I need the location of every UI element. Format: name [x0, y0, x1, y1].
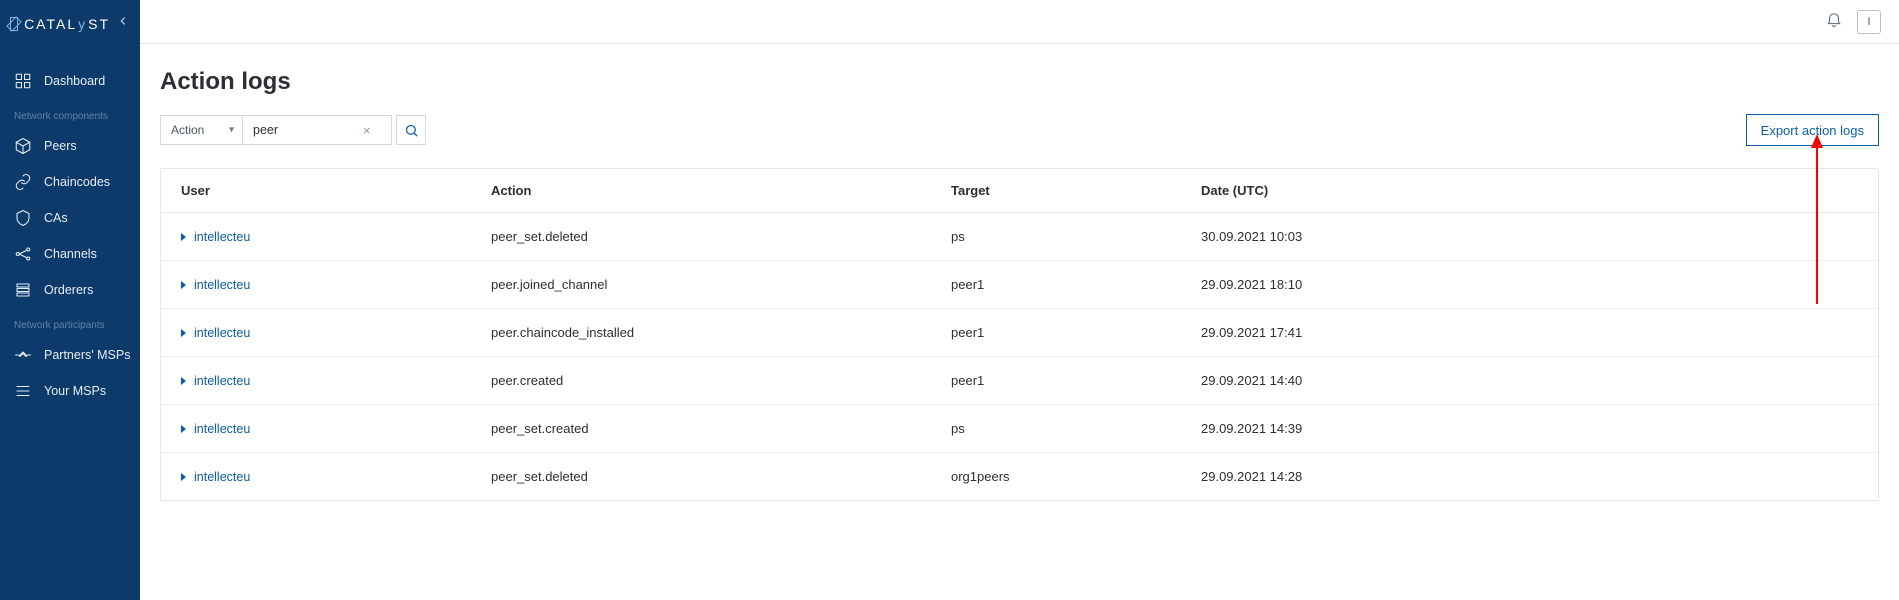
bell-icon [1825, 10, 1843, 28]
logo-icon [10, 17, 18, 31]
target-cell: ps [951, 229, 1201, 244]
caret-right-icon [181, 473, 186, 481]
clear-search-button[interactable]: × [361, 123, 373, 138]
network-icon [14, 245, 32, 263]
caret-right-icon [181, 233, 186, 241]
sidebar-item-label: Orderers [44, 283, 93, 297]
table-row: intellecteu peer_set.deletedorg1peers29.0… [161, 453, 1878, 500]
sidebar: CATALyST Dashboard Network components Peer… [0, 0, 140, 600]
table-header: User Action Target Date (UTC) [161, 169, 1878, 213]
search-input-wrap: × [242, 115, 392, 145]
table-row: intellecteu peer_set.deletedps30.09.2021 … [161, 213, 1878, 261]
user-link[interactable]: intellecteu [194, 278, 250, 292]
date-cell: 29.09.2021 14:28 [1201, 469, 1858, 484]
stack-icon [14, 281, 32, 299]
action-cell: peer.created [491, 373, 951, 388]
col-user: User [181, 183, 491, 198]
sidebar-item-cas[interactable]: CAs [0, 200, 140, 236]
dashboard-icon [14, 72, 32, 90]
sidebar-item-orderers[interactable]: Orderers [0, 272, 140, 308]
toolbar: Action ▾ × Export action logs [160, 114, 1879, 146]
col-action: Action [491, 183, 951, 198]
table-row: intellecteu peer.joined_channelpeer129.09… [161, 261, 1878, 309]
caret-right-icon [181, 281, 186, 289]
target-cell: peer1 [951, 373, 1201, 388]
search-input[interactable] [251, 122, 361, 138]
action-cell: peer_set.created [491, 421, 951, 436]
table-row: intellecteu peer.createdpeer129.09.2021 1… [161, 357, 1878, 405]
sidebar-collapse-button[interactable] [116, 14, 130, 33]
table-row: intellecteu peer_set.createdps29.09.2021 … [161, 405, 1878, 453]
user-link[interactable]: intellecteu [194, 470, 250, 484]
caret-right-icon [181, 377, 186, 385]
col-date: Date (UTC) [1201, 183, 1858, 198]
handshake-icon [14, 346, 32, 364]
target-cell: peer1 [951, 277, 1201, 292]
topbar: I [140, 0, 1899, 44]
filter-type-select[interactable]: Action ▾ [160, 115, 242, 145]
sidebar-section-label: Network participants [0, 314, 140, 337]
main: I Action logs Action ▾ × Export action l… [140, 0, 1899, 600]
sidebar-item-peers[interactable]: Peers [0, 128, 140, 164]
action-cell: peer.joined_channel [491, 277, 951, 292]
sidebar-item-your-msps[interactable]: Your MSPs [0, 373, 140, 409]
user-expand[interactable]: intellecteu [181, 374, 491, 388]
sidebar-item-dashboard[interactable]: Dashboard [0, 63, 140, 99]
caret-right-icon [181, 329, 186, 337]
search-icon [404, 123, 419, 138]
target-cell: ps [951, 421, 1201, 436]
logo-text: CATALyST [24, 16, 110, 32]
sidebar-item-channels[interactable]: Channels [0, 236, 140, 272]
date-cell: 29.09.2021 14:40 [1201, 373, 1858, 388]
content: Action logs Action ▾ × Export action log… [140, 44, 1899, 600]
action-cell: peer.chaincode_installed [491, 325, 951, 340]
avatar[interactable]: I [1857, 10, 1881, 34]
sidebar-item-partners-msps[interactable]: Partners' MSPs [0, 337, 140, 373]
action-cell: peer_set.deleted [491, 469, 951, 484]
sidebar-item-label: Chaincodes [44, 175, 110, 189]
sidebar-item-chaincodes[interactable]: Chaincodes [0, 164, 140, 200]
target-cell: peer1 [951, 325, 1201, 340]
table-row: intellecteu peer.chaincode_installedpeer1… [161, 309, 1878, 357]
user-expand[interactable]: intellecteu [181, 470, 491, 484]
date-cell: 30.09.2021 10:03 [1201, 229, 1858, 244]
user-expand[interactable]: intellecteu [181, 230, 491, 244]
link-icon [14, 173, 32, 191]
action-cell: peer_set.deleted [491, 229, 951, 244]
list-icon [14, 382, 32, 400]
date-cell: 29.09.2021 14:39 [1201, 421, 1858, 436]
user-expand[interactable]: intellecteu [181, 326, 491, 340]
target-cell: org1peers [951, 469, 1201, 484]
date-cell: 29.09.2021 17:41 [1201, 325, 1858, 340]
date-cell: 29.09.2021 18:10 [1201, 277, 1858, 292]
chevron-down-icon: ▾ [229, 125, 234, 136]
sidebar-item-label: Peers [44, 139, 77, 153]
logo-row: CATALyST [0, 0, 140, 63]
page-title: Action logs [160, 68, 1879, 96]
user-expand[interactable]: intellecteu [181, 422, 491, 436]
user-link[interactable]: intellecteu [194, 374, 250, 388]
caret-right-icon [181, 425, 186, 433]
user-link[interactable]: intellecteu [194, 422, 250, 436]
sidebar-item-label: Channels [44, 247, 97, 261]
notifications-button[interactable] [1825, 10, 1843, 33]
user-link[interactable]: intellecteu [194, 326, 250, 340]
sidebar-item-label: Partners' MSPs [44, 348, 130, 362]
search-button[interactable] [396, 115, 426, 145]
action-log-table: User Action Target Date (UTC) intellecte… [160, 168, 1879, 501]
user-link[interactable]: intellecteu [194, 230, 250, 244]
shield-icon [14, 209, 32, 227]
avatar-initial: I [1867, 16, 1870, 28]
export-action-logs-button[interactable]: Export action logs [1746, 114, 1879, 146]
user-expand[interactable]: intellecteu [181, 278, 491, 292]
col-target: Target [951, 183, 1201, 198]
sidebar-section-label: Network components [0, 105, 140, 128]
sidebar-item-label: CAs [44, 211, 68, 225]
cube-icon [14, 137, 32, 155]
filter-type-label: Action [171, 123, 204, 137]
sidebar-item-label: Your MSPs [44, 384, 106, 398]
sidebar-item-label: Dashboard [44, 74, 105, 88]
